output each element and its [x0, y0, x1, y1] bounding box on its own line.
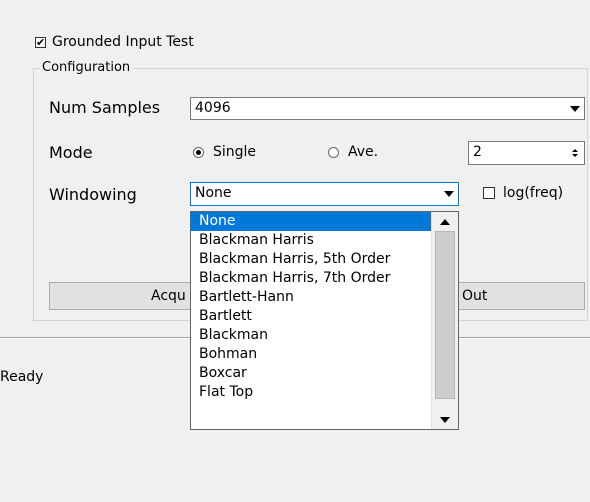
mode-ave-label: Ave. [348, 144, 379, 160]
chevron-down-icon [570, 105, 580, 112]
windowing-value: None [195, 185, 232, 201]
acquire-button[interactable]: Acqu [49, 282, 209, 310]
windowing-option-bartlett[interactable]: Bartlett [191, 307, 458, 326]
windowing-dropdown-button[interactable] [440, 183, 458, 205]
chevron-down-icon [440, 416, 450, 423]
radio-selected-icon [193, 146, 204, 158]
mode-ave-radio[interactable]: Ave. [328, 144, 378, 160]
windowing-option-blackman-harris-5th[interactable]: Blackman Harris, 5th Order [191, 250, 458, 269]
num-samples-value: 4096 [195, 100, 231, 116]
dropdown-scrollbar[interactable] [431, 212, 458, 429]
chevron-down-icon [444, 191, 454, 197]
scroll-up-button[interactable] [433, 213, 457, 230]
windowing-option-blackman-harris-7th[interactable]: Blackman Harris, 7th Order [191, 269, 458, 288]
windowing-option-blackman-harris[interactable]: Blackman Harris [191, 231, 458, 250]
scroll-down-button[interactable] [433, 411, 457, 428]
mode-single-label: Single [213, 144, 257, 160]
windowing-option-blackman[interactable]: Blackman [191, 326, 458, 345]
windowing-option-bohman[interactable]: Bohman [191, 345, 458, 364]
mode-label: Mode [49, 143, 93, 162]
acquire-button-label: Acqu [151, 288, 186, 304]
grounded-input-test-checkbox[interactable]: ✔ Grounded Input Test [35, 34, 194, 50]
checkbox-unchecked-icon [483, 187, 495, 199]
windowing-combobox[interactable]: None [190, 182, 459, 206]
spin-up-icon[interactable] [572, 149, 578, 152]
ave-count-value: 2 [473, 144, 482, 160]
checkbox-checked-icon: ✔ [35, 35, 46, 49]
configuration-title: Configuration [40, 60, 133, 76]
log-freq-label: log(freq) [503, 185, 564, 201]
windowing-label: Windowing [49, 185, 137, 204]
num-samples-dropdown-button[interactable] [566, 98, 584, 119]
status-text: Ready [0, 369, 44, 385]
windowing-option-none[interactable]: None [191, 212, 458, 231]
chevron-up-icon [440, 218, 450, 225]
log-freq-checkbox[interactable]: log(freq) [483, 185, 563, 201]
windowing-option-flat-top[interactable]: Flat Top [191, 383, 458, 402]
mode-single-radio[interactable]: Single [193, 144, 256, 160]
ave-count-spinner[interactable]: 2 [468, 141, 585, 165]
num-samples-combobox[interactable]: 4096 [190, 97, 585, 120]
windowing-option-boxcar[interactable]: Boxcar [191, 364, 458, 383]
radio-unselected-icon [328, 146, 339, 158]
ave-count-spin-buttons[interactable] [566, 142, 584, 164]
spin-down-icon[interactable] [572, 154, 578, 157]
windowing-dropdown-list[interactable]: None Blackman Harris Blackman Harris, 5t… [190, 211, 459, 430]
out-button[interactable]: Out [440, 282, 585, 310]
scrollbar-thumb[interactable] [435, 231, 455, 399]
windowing-option-list: None Blackman Harris Blackman Harris, 5t… [191, 212, 458, 402]
windowing-option-bartlett-hann[interactable]: Bartlett-Hann [191, 288, 458, 307]
grounded-input-test-label: Grounded Input Test [52, 34, 194, 50]
num-samples-label: Num Samples [49, 98, 161, 117]
out-button-label: Out [462, 288, 488, 304]
